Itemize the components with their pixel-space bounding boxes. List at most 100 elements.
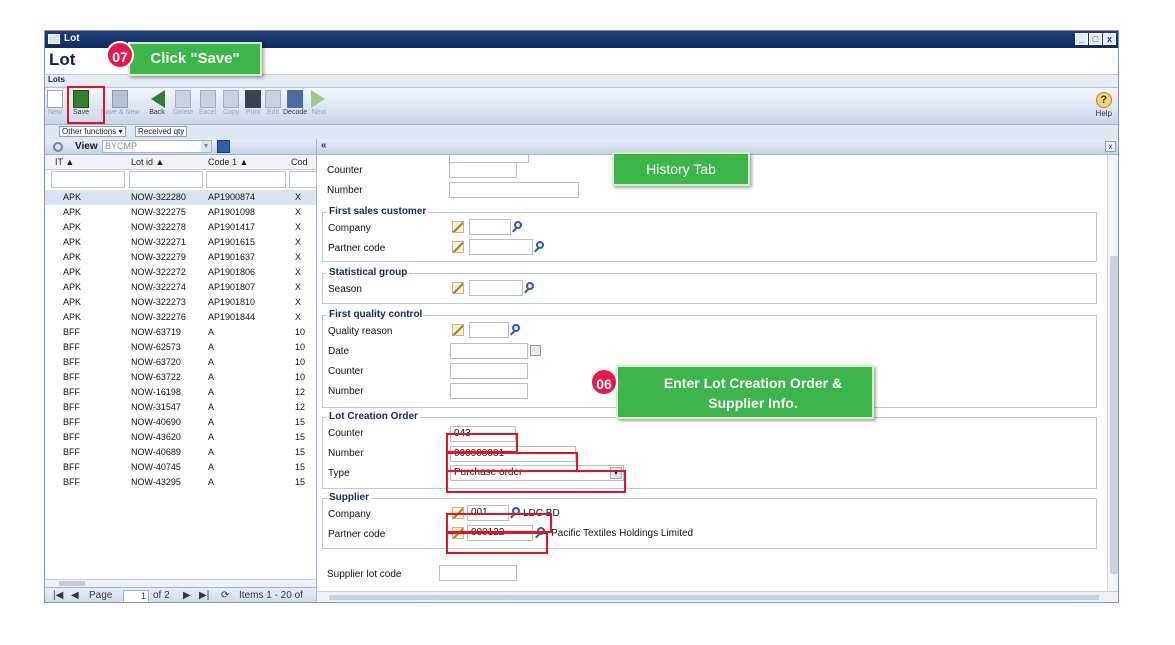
table-row[interactable]: BFF NOW-40745 A 15 <box>45 460 316 475</box>
help-button[interactable]: ? Help <box>1096 92 1112 118</box>
last-page-icon[interactable]: ▶| <box>199 590 209 601</box>
pencil-icon[interactable] <box>452 221 464 233</box>
filter-lot-id[interactable] <box>129 171 203 188</box>
table-row[interactable]: APK NOW-322274 AP1901807 X <box>45 280 316 295</box>
search-icon[interactable] <box>510 324 522 336</box>
pencil-icon[interactable] <box>452 527 464 539</box>
next-button[interactable]: Next <box>311 90 327 116</box>
pencil-icon[interactable] <box>452 324 464 336</box>
table-row[interactable]: BFF NOW-63720 A 10 <box>45 355 316 370</box>
table-cell: APK <box>63 222 82 232</box>
table-row[interactable]: BFF NOW-43620 A 15 <box>45 430 316 445</box>
filter-code-2[interactable] <box>289 171 317 188</box>
season-field[interactable] <box>469 280 523 296</box>
search-icon[interactable] <box>535 527 547 539</box>
number-field-top[interactable] <box>449 182 579 198</box>
quality-number-field[interactable] <box>450 383 528 399</box>
view-select[interactable]: BYCMP ▼ <box>102 140 212 153</box>
new-button[interactable]: New <box>47 90 63 116</box>
save-and-new-button[interactable]: Save & New <box>101 90 140 116</box>
table-row[interactable]: APK NOW-322272 AP1901806 X <box>45 265 316 280</box>
quality-date-field[interactable] <box>450 343 528 359</box>
form-horizontal-scrollbar[interactable] <box>317 591 1118 602</box>
close-panel-icon[interactable]: x <box>1105 141 1116 152</box>
table-row[interactable]: APK NOW-322280 AP1900874 X <box>45 190 316 205</box>
search-icon[interactable] <box>534 241 546 253</box>
pencil-icon[interactable] <box>452 282 464 294</box>
search-icon[interactable] <box>510 507 522 519</box>
grid-column-headers: IT ▲ Lot id ▲ Code 1 ▲ Cod <box>45 155 316 170</box>
close-button[interactable]: x <box>1103 33 1116 45</box>
table-row[interactable]: APK NOW-322279 AP1901637 X <box>45 250 316 265</box>
table-row[interactable]: BFF NOW-43295 A 15 <box>45 475 316 490</box>
back-button[interactable]: Back <box>149 90 165 116</box>
table-row[interactable]: BFF NOW-40690 A 15 <box>45 415 316 430</box>
search-icon[interactable] <box>512 221 524 233</box>
pencil-icon[interactable] <box>452 241 464 253</box>
other-functions-menu[interactable]: Other functions ▾ <box>59 126 126 137</box>
first-sales-company-field[interactable] <box>469 219 511 235</box>
table-cell: NOW-322271 <box>131 237 186 247</box>
first-page-icon[interactable]: |◀ <box>53 590 63 601</box>
first-sales-partner-field[interactable] <box>469 239 533 255</box>
gear-icon[interactable] <box>53 142 63 152</box>
table-row[interactable]: APK NOW-322276 AP1901844 X <box>45 310 316 325</box>
delete-button[interactable]: Delete <box>173 90 193 116</box>
filter-code-1[interactable] <box>206 171 286 188</box>
table-row[interactable]: BFF NOW-63722 A 10 <box>45 370 316 385</box>
table-row[interactable]: APK NOW-322278 AP1901417 X <box>45 220 316 235</box>
table-cell: X <box>295 237 302 247</box>
date-label: Date <box>328 346 350 357</box>
table-cell: AP1901844 <box>208 312 256 322</box>
table-row[interactable]: BFF NOW-31547 A 12 <box>45 400 316 415</box>
form-vertical-scrollbar[interactable] <box>1107 155 1118 591</box>
table-row[interactable]: APK NOW-322275 AP1901098 X <box>45 205 316 220</box>
lot-type-select[interactable]: Purchase order ▼ <box>450 465 624 481</box>
lot-counter-field[interactable]: 043 <box>450 426 516 442</box>
table-row[interactable]: BFF NOW-62573 A 10 <box>45 340 316 355</box>
column-it[interactable]: IT ▲ <box>55 157 74 167</box>
save-view-icon[interactable] <box>217 140 230 153</box>
table-row[interactable]: BFF NOW-63719 A 10 <box>45 325 316 340</box>
grid-horizontal-scrollbar[interactable] <box>45 579 316 587</box>
page-number-input[interactable]: 1 <box>123 590 149 602</box>
prev-page-icon[interactable]: ◀ <box>71 590 79 601</box>
supplier-partner-field[interactable]: 000122 <box>467 525 533 541</box>
copy-icon <box>223 90 240 108</box>
maximize-button[interactable]: □ <box>1089 33 1102 45</box>
decode-button[interactable]: Decode <box>283 90 307 116</box>
pencil-icon[interactable] <box>452 507 464 519</box>
quality-counter-field[interactable] <box>450 363 528 379</box>
calendar-icon[interactable] <box>530 345 541 356</box>
supplier-company-field[interactable]: 001 <box>467 505 509 521</box>
company-label: Company <box>328 223 371 234</box>
refresh-icon[interactable]: ⟳ <box>221 590 229 601</box>
table-row[interactable]: BFF NOW-16198 A 12 <box>45 385 316 400</box>
lot-number-field[interactable]: 000008081 <box>450 446 576 462</box>
chevron-down-icon: ▼ <box>610 467 622 479</box>
search-icon[interactable] <box>524 282 536 294</box>
table-row[interactable]: APK NOW-322271 AP1901615 X <box>45 235 316 250</box>
counter-field-top[interactable] <box>449 162 517 178</box>
table-cell: 15 <box>295 432 306 442</box>
table-row[interactable]: BFF NOW-40689 A 15 <box>45 445 316 460</box>
edit-button[interactable]: Edit <box>265 90 281 116</box>
received-qty-button[interactable]: Received qty <box>135 126 188 137</box>
save-button[interactable]: Save <box>73 90 89 116</box>
column-code-2[interactable]: Cod <box>291 157 308 167</box>
filter-it[interactable] <box>51 171 125 188</box>
supplier-company-name: LDC BD <box>523 508 560 519</box>
next-page-icon[interactable]: ▶ <box>183 590 191 601</box>
breadcrumb-lots[interactable]: Lots <box>48 75 65 84</box>
table-cell: A <box>208 432 215 442</box>
quality-reason-field[interactable] <box>469 322 509 338</box>
copy-button[interactable]: Copy <box>223 90 239 116</box>
excel-button[interactable]: Excel <box>199 90 216 116</box>
print-button[interactable]: Print <box>245 90 261 116</box>
column-code-1[interactable]: Code 1 ▲ <box>208 157 248 167</box>
table-row[interactable]: APK NOW-322273 AP1901810 X <box>45 295 316 310</box>
supplier-lot-code-field[interactable] <box>439 565 517 581</box>
minimize-button[interactable]: _ <box>1075 33 1088 45</box>
column-lot-id[interactable]: Lot id ▲ <box>131 157 164 167</box>
collapse-icon[interactable]: « <box>321 140 327 151</box>
